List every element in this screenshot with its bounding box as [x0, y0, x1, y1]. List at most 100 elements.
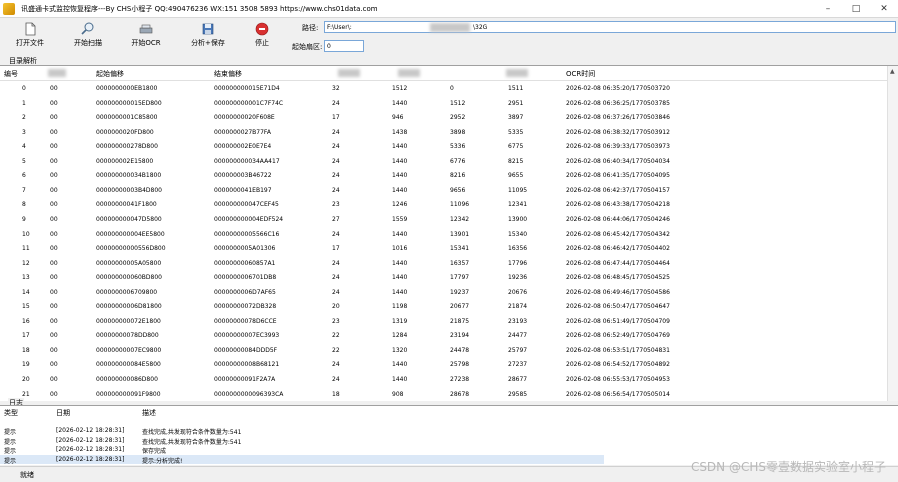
start-scan-label: 开始扫描 — [74, 39, 102, 47]
table-cell: 2026-02-08 06:43:38/1770504218 — [566, 201, 670, 209]
table-cell: 946 — [392, 114, 404, 122]
table-row[interactable]: 13 00 000000000060BD800 0000000006701DB8 24 1… — [0, 271, 888, 286]
table-row[interactable]: 3 00 0000000020FD800 0000000027B77FA 24 1438 3… — [0, 126, 888, 141]
table-cell: 24 — [332, 274, 340, 282]
table-row[interactable]: 7 00 00000000003B4D800 0000000041EB197 24 144… — [0, 184, 888, 199]
table-cell: 2026-02-08 06:55:53/1770504953 — [566, 376, 670, 383]
table-cell: 2026-02-08 06:42:37/1770504157 — [566, 186, 670, 194]
table-cell: 16356 — [508, 245, 528, 253]
log-row[interactable]: 提示 [2026-02-12 18:28:31] 提示:分析完成! — [0, 454, 604, 465]
table-cell: 000000000086D800 — [96, 376, 158, 383]
log-row[interactable]: 提示 [2026-02-12 18:28:31] 查找完成,共发现符合条件数量为:5… — [0, 426, 888, 436]
table-row[interactable]: 14 00 0000000006709800 0000000006D7AF65 24 14… — [0, 286, 888, 301]
table-cell: 28678 — [450, 390, 470, 398]
table-cell: 20 — [332, 303, 340, 311]
redacted-column-header — [338, 69, 360, 77]
column-header-end-offset[interactable]: 结束偏移 — [214, 69, 242, 79]
table-row[interactable]: 19 00 000000000084E5800 00000000008B68121 24… — [0, 358, 888, 373]
scanner-icon — [139, 24, 153, 34]
log-list[interactable]: 类型 日期 描述 提示 [2026-02-12 18:28:31] 查找完成,共发现… — [0, 405, 898, 465]
table-cell: 1559 — [392, 215, 408, 223]
table-cell: 000000003B46722 — [214, 172, 272, 180]
table-row[interactable]: 8 00 00000000041F1800 000000000047CEF45 23 12… — [0, 198, 888, 213]
table-cell: 000000002E15800 — [96, 157, 154, 165]
start-sector-input[interactable]: 0 — [324, 40, 364, 52]
table-row[interactable]: 4 00 000000000278D800 000000002E0E7E4 24 1440… — [0, 140, 888, 155]
table-row[interactable]: 1 00 000000000015ED800 000000000001C7F74C 24… — [0, 97, 888, 112]
table-cell: 21874 — [508, 303, 528, 311]
table-cell: 00 — [50, 303, 58, 311]
table-cell: 24 — [332, 376, 340, 383]
table-cell: 3897 — [508, 114, 524, 122]
log-column-type[interactable]: 类型 — [4, 408, 18, 418]
path-label: 路径: — [302, 24, 319, 32]
table-cell: 2026-02-08 06:44:06/1770504246 — [566, 215, 670, 223]
table-cell: 1512 — [450, 99, 466, 107]
log-row[interactable]: 提示 [2026-02-12 18:28:31] 保存完成 — [0, 445, 888, 455]
table-cell: 1440 — [392, 230, 408, 238]
table-cell: 10 — [22, 230, 30, 238]
table-row[interactable]: 5 00 000000002E15800 000000000034AA417 24 144… — [0, 155, 888, 170]
maximize-icon[interactable]: □ — [842, 0, 870, 17]
table-cell: 2026-02-08 06:53:51/1770504831 — [566, 346, 670, 354]
table-cell: 24 — [332, 99, 340, 107]
column-header-index[interactable]: 编号 — [4, 69, 18, 79]
table-row[interactable]: 6 00 000000000034B1800 000000003B46722 24 144… — [0, 169, 888, 184]
table-row[interactable]: 16 00 000000000072E1800 00000000078D6CCE 23 1… — [0, 315, 888, 330]
table-cell: 0000000005A01306 — [214, 245, 276, 253]
table-cell: 9 — [22, 215, 26, 223]
start-sector-label: 起始扇区: — [292, 43, 323, 51]
table-row[interactable]: 11 00 00000000000556D800 0000000005A01306 17… — [0, 242, 888, 257]
close-icon[interactable]: ✕ — [870, 0, 898, 17]
table-cell: 1511 — [508, 85, 524, 92]
table-row[interactable]: 15 00 00000000006D81800 00000000072DB328 20 1… — [0, 300, 888, 315]
path-input[interactable]: F:\User\: \32G — [324, 21, 896, 33]
magnifier-icon — [81, 22, 94, 35]
log-cell: [2026-02-12 18:28:31] — [56, 436, 125, 444]
table-row[interactable]: 2 00 0000000001C85800 00000000020F608E 17 946… — [0, 111, 888, 126]
table-row[interactable]: 9 00 000000000047D5800 000000000004EDF524 27… — [0, 213, 888, 228]
column-header-ocr-time[interactable]: OCR时间 — [566, 69, 595, 79]
table-cell: 0 — [22, 85, 26, 92]
open-file-button[interactable]: 打开文件 — [2, 20, 58, 54]
directory-table[interactable]: 编号 起始偏移 结束偏移 OCR时间 0 00 0000000000EB1800 00… — [0, 65, 898, 401]
table-cell: 00 — [50, 230, 58, 238]
table-cell: 29585 — [508, 390, 528, 398]
table-cell: 00 — [50, 332, 58, 340]
scroll-up-icon[interactable]: ▲ — [890, 68, 895, 75]
table-cell: 2026-02-08 06:48:45/1770504525 — [566, 274, 670, 282]
table-row[interactable]: 12 00 00000000005A05800 00000000060857A1 24 1… — [0, 257, 888, 272]
column-header-start-offset[interactable]: 起始偏移 — [96, 69, 124, 79]
table-row[interactable]: 17 00 00000000078DD800 00000000007EC3993 22 1… — [0, 329, 888, 344]
table-cell: 20676 — [508, 288, 528, 296]
app-icon — [3, 2, 15, 15]
stop-button[interactable]: 停止 — [236, 20, 288, 54]
stop-icon — [255, 22, 269, 36]
minimize-icon[interactable]: – — [814, 0, 842, 17]
toolbar: 打开文件 开始扫描 开始OCR 分析+保存 停止 — [0, 18, 290, 56]
table-row[interactable]: 18 00 00000000007EC9800 00000000084DDD5F 22 1… — [0, 344, 888, 359]
analyze-save-button[interactable]: 分析+保存 — [180, 20, 236, 54]
log-row[interactable]: 提示 [2026-02-12 18:28:31] 查找完成,共发现符合条件数量为:5… — [0, 436, 888, 446]
table-row[interactable]: 21 00 000000000091F9800 0000000000096393CA 1… — [0, 388, 888, 401]
table-cell: 2026-02-08 06:37:26/1770503846 — [566, 114, 670, 122]
table-cell: 5336 — [450, 143, 466, 151]
log-column-date[interactable]: 日期 — [56, 408, 70, 418]
table-row[interactable]: 0 00 0000000000EB1800 000000000015E71D4 32 15… — [0, 82, 888, 97]
table-cell: 1320 — [392, 346, 408, 354]
table-cell: 6775 — [508, 143, 524, 151]
table-cell: 2026-02-08 06:38:32/1770503912 — [566, 128, 670, 136]
table-cell: 23 — [332, 201, 340, 209]
table-cell: 00 — [50, 376, 58, 383]
start-scan-button[interactable]: 开始扫描 — [60, 20, 116, 54]
table-row[interactable]: 10 00 000000000004EE5800 00000000005566C16 2… — [0, 228, 888, 243]
table-cell: 1 — [22, 99, 26, 107]
table-row[interactable]: 20 00 000000000086D800 00000000091F2A7A 24 14… — [0, 373, 888, 388]
table-cell: 8216 — [450, 172, 466, 180]
start-ocr-button[interactable]: 开始OCR — [118, 20, 174, 54]
table-cell: 1438 — [392, 128, 408, 136]
table-cell: 0000000000EB1800 — [96, 85, 158, 92]
log-column-description[interactable]: 描述 — [142, 408, 156, 418]
vertical-scrollbar[interactable]: ▲ — [887, 66, 898, 401]
table-cell: 17797 — [450, 274, 470, 282]
